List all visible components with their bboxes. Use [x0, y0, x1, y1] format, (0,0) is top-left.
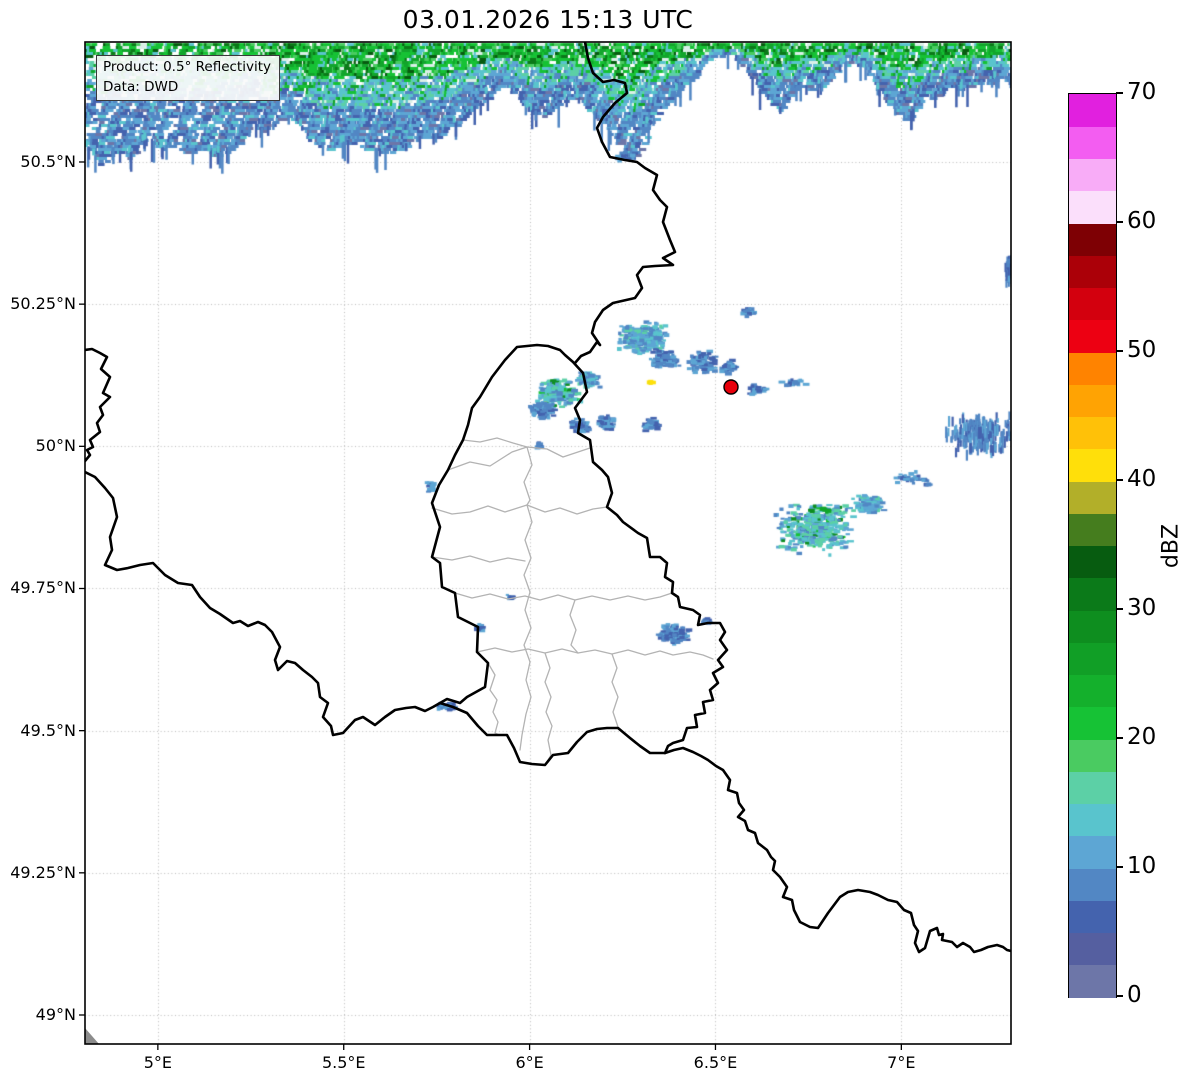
y-tick-label-3: 49.75°N — [10, 578, 76, 598]
colorbar-segment-57.5dbz — [1069, 223, 1116, 256]
colorbar-segment-47.5dbz — [1069, 352, 1116, 385]
colorbar-segment-50dbz — [1069, 319, 1116, 353]
y-tick-label-0: 50.5°N — [20, 152, 76, 172]
colorbar-segment-22.5dbz — [1069, 674, 1116, 708]
colorbar-tick-label-10: 10 — [1127, 853, 1157, 880]
figure-title: 03.01.2026 15:13 UTC — [402, 5, 694, 34]
x-tick-label-1: 5.5°E — [321, 1053, 366, 1072]
colorbar-segment-20dbz — [1069, 706, 1116, 740]
y-tick-label-2: 50°N — [35, 436, 76, 456]
x-tick-label-2: 6°E — [515, 1053, 544, 1072]
radar-figure: 03.01.2026 15:13 UTC Product: 0.5° Refle… — [0, 0, 1202, 1081]
colorbar-unit-label: dBZ — [1158, 523, 1184, 568]
x-tick-label-4: 7°E — [887, 1053, 916, 1072]
colorbar-tick-label-0: 0 — [1127, 982, 1142, 1009]
colorbar-tick-label-60: 60 — [1127, 208, 1157, 235]
radar-echo-canvas — [0, 0, 1202, 1081]
colorbar-tick-label-50: 50 — [1127, 337, 1157, 364]
colorbar-tick-mark-20 — [1116, 737, 1123, 739]
colorbar-segment-32.5dbz — [1069, 545, 1116, 579]
colorbar-segment-55dbz — [1069, 255, 1116, 288]
x-tick-label-0: 5°E — [143, 1053, 173, 1072]
colorbar-tick-label-70: 70 — [1127, 79, 1157, 106]
colorbar — [1068, 93, 1117, 998]
colorbar-tick-mark-60 — [1116, 221, 1123, 223]
colorbar-segment-60dbz — [1069, 190, 1116, 224]
colorbar-segment-10dbz — [1069, 835, 1116, 869]
colorbar-segment-2.5dbz — [1069, 932, 1116, 966]
colorbar-segment-27.5dbz — [1069, 610, 1116, 643]
colorbar-tick-mark-0 — [1116, 995, 1123, 997]
colorbar-segment-5dbz — [1069, 900, 1116, 933]
y-tick-label-4: 49.5°N — [20, 720, 76, 740]
colorbar-segment-12.5dbz — [1069, 803, 1116, 837]
colorbar-segment-25dbz — [1069, 642, 1116, 675]
colorbar-segment-37.5dbz — [1069, 481, 1116, 514]
colorbar-tick-label-40: 40 — [1127, 466, 1157, 493]
colorbar-tick-mark-40 — [1116, 479, 1123, 481]
colorbar-segment-40dbz — [1069, 448, 1116, 482]
y-tick-label-6: 49°N — [35, 1005, 76, 1025]
colorbar-segment-52.5dbz — [1069, 287, 1116, 321]
colorbar-tick-mark-10 — [1116, 866, 1123, 868]
data-source-label: Data: DWD — [103, 78, 179, 95]
colorbar-tick-label-30: 30 — [1127, 595, 1157, 622]
y-tick-label-5: 49.25°N — [10, 862, 76, 882]
colorbar-segment-30dbz — [1069, 577, 1116, 611]
colorbar-segment-7.5dbz — [1069, 868, 1116, 901]
product-info-box: Product: 0.5° Reflectivity Data: DWD — [96, 55, 280, 102]
y-tick-label-1: 50.25°N — [10, 294, 76, 314]
colorbar-segment-65dbz — [1069, 126, 1116, 159]
colorbar-segment-0dbz — [1069, 964, 1116, 998]
colorbar-segment-15dbz — [1069, 771, 1116, 804]
colorbar-segment-62.5dbz — [1069, 158, 1116, 192]
colorbar-tick-mark-50 — [1116, 350, 1123, 352]
product-label: Product: 0.5° Reflectivity — [103, 59, 271, 75]
colorbar-segment-17.5dbz — [1069, 739, 1116, 772]
colorbar-segment-67.5dbz — [1069, 94, 1116, 127]
colorbar-segment-42.5dbz — [1069, 416, 1116, 450]
colorbar-segment-45dbz — [1069, 384, 1116, 417]
colorbar-tick-mark-70 — [1116, 92, 1123, 94]
colorbar-segment-35dbz — [1069, 513, 1116, 546]
colorbar-tick-label-20: 20 — [1127, 724, 1157, 751]
colorbar-tick-mark-30 — [1116, 608, 1123, 610]
x-tick-label-3: 6.5°E — [693, 1053, 738, 1072]
